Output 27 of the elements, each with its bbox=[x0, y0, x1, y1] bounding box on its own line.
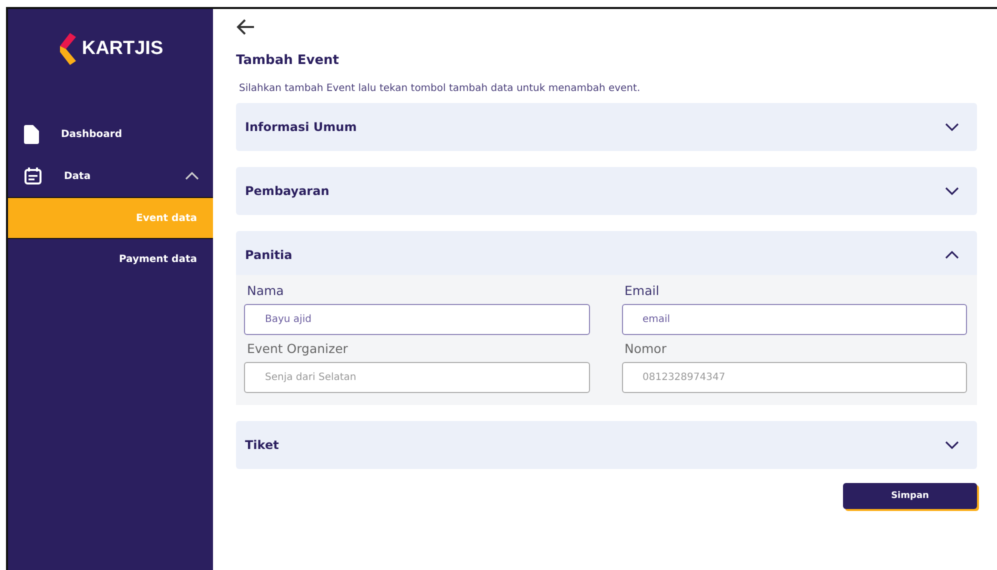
input-field[interactable]: 0812328974347 bbox=[622, 362, 967, 393]
save-button[interactable]: Simpan bbox=[843, 483, 977, 509]
accordion-header[interactable]: Informasi Umum bbox=[236, 103, 977, 151]
field-label: Nomor bbox=[624, 341, 668, 356]
calendar-icon bbox=[24, 167, 42, 185]
chevron-up-icon bbox=[945, 251, 959, 259]
chevron-down-icon bbox=[945, 187, 959, 195]
field-label: Email bbox=[624, 283, 660, 298]
page-description: Silahkan tambah Event lalu tekan tombol tambah data untuk menambah event. bbox=[239, 83, 642, 94]
field-label: Nama bbox=[246, 283, 285, 298]
document-icon bbox=[24, 124, 39, 144]
accordion-header[interactable]: Pembayaran bbox=[236, 167, 977, 215]
brand-name: KARTJIS bbox=[82, 38, 164, 60]
field-label: Event Organizer bbox=[246, 341, 349, 356]
logo-icon bbox=[58, 33, 76, 65]
back-arrow-icon[interactable] bbox=[236, 17, 256, 37]
sidebar-subitem[interactable]: Payment data bbox=[8, 239, 213, 279]
chevron-down-icon bbox=[945, 441, 959, 449]
input-field[interactable]: Bayu ajid bbox=[244, 304, 590, 335]
input-field[interactable]: Senja dari Selatan bbox=[244, 362, 590, 393]
chevron-down-icon bbox=[945, 123, 959, 131]
sidebar-item[interactable]: Dashboard bbox=[8, 113, 213, 155]
chevron-up-icon bbox=[185, 172, 199, 180]
accordion-header[interactable]: Tiket bbox=[236, 421, 977, 469]
page-title: Tambah Event bbox=[236, 53, 340, 68]
sidebar-item[interactable]: Data bbox=[8, 155, 213, 197]
input-field[interactable]: email bbox=[622, 304, 967, 335]
